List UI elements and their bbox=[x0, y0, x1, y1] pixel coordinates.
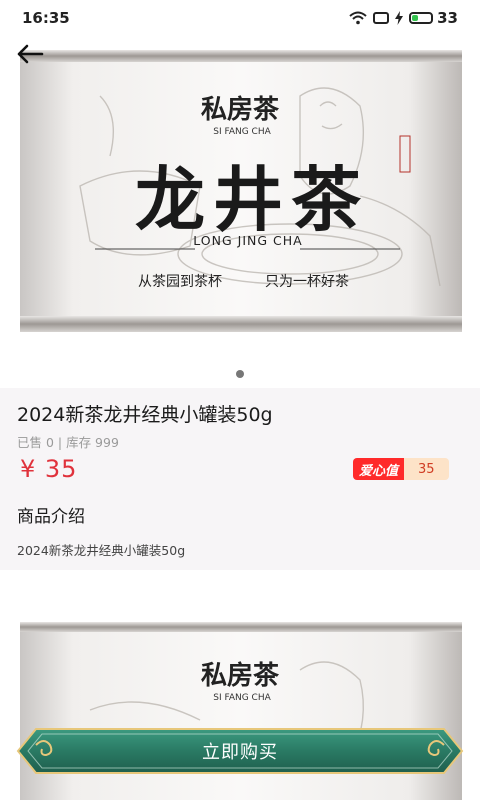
product-title: 2024新茶龙井经典小罐装50g bbox=[17, 404, 273, 426]
status-bar: 16:35 33 bbox=[0, 0, 480, 36]
buy-now-label: 立即购买 bbox=[202, 742, 278, 763]
love-value-label: 爱心值 bbox=[353, 458, 405, 480]
image-slogan-left: 从茶园到茶杯 bbox=[138, 274, 222, 290]
product-image: 私房茶 SI FANG CHA 龙井茶 LONG JING CHA 从茶园到茶杯… bbox=[20, 50, 462, 332]
detail-image-brand-pinyin: SI FANG CHA bbox=[213, 693, 271, 703]
detail-image-brand: 私房茶 bbox=[201, 661, 280, 691]
status-icons: 33 bbox=[349, 9, 458, 27]
carousel-indicator bbox=[0, 370, 480, 378]
image-brand-pinyin: SI FANG CHA bbox=[213, 127, 271, 137]
status-time: 16:35 bbox=[22, 9, 70, 27]
product-price: ¥ 35 bbox=[20, 455, 78, 483]
battery-percent: 33 bbox=[437, 9, 458, 27]
charging-icon bbox=[395, 11, 404, 25]
image-product-pinyin: LONG JING CHA bbox=[193, 233, 302, 248]
image-product-name: 龙井茶 bbox=[135, 158, 369, 241]
back-arrow-icon bbox=[17, 44, 44, 64]
battery: 33 bbox=[409, 9, 458, 27]
buy-now-button[interactable]: 立即购买 bbox=[14, 725, 466, 777]
back-button[interactable] bbox=[14, 38, 46, 70]
product-info-card: 2024新茶龙井经典小罐装50g 已售 0 | 库存 999 ¥ 35 爱心值 … bbox=[0, 388, 480, 570]
wifi-icon bbox=[349, 11, 367, 25]
image-slogan-right: 只为一杯好茶 bbox=[265, 274, 349, 290]
carousel-dot-active[interactable] bbox=[236, 370, 244, 378]
sales-stock-info: 已售 0 | 库存 999 bbox=[17, 435, 119, 450]
product-image-carousel[interactable]: 私房茶 SI FANG CHA 龙井茶 LONG JING CHA 从茶园到茶杯… bbox=[0, 36, 480, 356]
battery-icon bbox=[409, 12, 434, 24]
battery-fill bbox=[412, 15, 419, 21]
love-value-number: 35 bbox=[404, 458, 449, 480]
product-intro-text: 2024新茶龙井经典小罐装50g bbox=[17, 543, 186, 558]
image-brand: 私房茶 bbox=[201, 95, 280, 125]
screen-icon bbox=[373, 12, 390, 24]
love-value-badge: 爱心值 35 bbox=[353, 458, 449, 480]
product-intro-heading: 商品介绍 bbox=[17, 507, 85, 527]
